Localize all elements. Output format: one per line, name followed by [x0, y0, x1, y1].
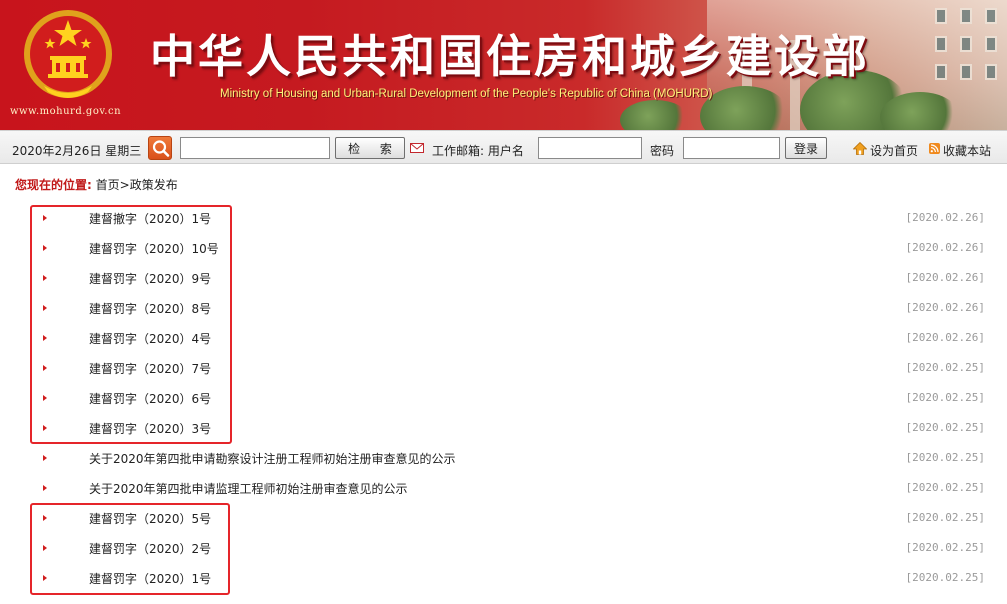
list-item: 建督撤字（2020）1号 [2020.02.26] — [0, 202, 1007, 232]
list-item-title[interactable]: 建督罚字（2020）3号 — [89, 420, 211, 437]
set-homepage-link[interactable]: 设为首页 — [870, 142, 918, 159]
bullet-arrow-icon — [43, 275, 47, 281]
list-item-date: [2020.02.26] — [905, 211, 985, 224]
list-item-date: [2020.02.25] — [905, 541, 985, 554]
list-item: 建督罚字（2020）4号 [2020.02.26] — [0, 322, 1007, 352]
building-window — [985, 36, 997, 52]
list-item-date: [2020.02.26] — [905, 241, 985, 254]
list-item-title[interactable]: 建督罚字（2020）6号 — [89, 390, 211, 407]
search-button[interactable]: 检 索 — [335, 137, 405, 159]
list-item-date: [2020.02.25] — [905, 421, 985, 434]
list-item: 建督罚字（2020）8号 [2020.02.26] — [0, 292, 1007, 322]
list-item-date: [2020.02.25] — [905, 511, 985, 524]
list-item-date: [2020.02.25] — [905, 391, 985, 404]
header-banner: www.mohurd.gov.cn 中华人民共和国住房和城乡建设部 Minist… — [0, 0, 1007, 130]
bullet-arrow-icon — [43, 455, 47, 461]
list-item: 建督罚字（2020）5号 [2020.02.25] — [0, 502, 1007, 532]
list-item-title[interactable]: 建督罚字（2020）7号 — [89, 360, 211, 377]
list-item-title[interactable]: 建督罚字（2020）2号 — [89, 540, 211, 557]
list-item: 建督罚字（2020）7号 [2020.02.25] — [0, 352, 1007, 382]
list-item: 建督罚字（2020）3号 [2020.02.25] — [0, 412, 1007, 442]
bullet-arrow-icon — [43, 575, 47, 581]
list-item: 建督罚字（2020）2号 [2020.02.25] — [0, 532, 1007, 562]
building-window — [985, 64, 997, 80]
list-item-date: [2020.02.25] — [905, 451, 985, 464]
list-item-title[interactable]: 关于2020年第四批申请监理工程师初始注册审查意见的公示 — [89, 480, 408, 497]
bullet-arrow-icon — [43, 365, 47, 371]
breadcrumb: 您现在的位置: 首页>政策发布 — [15, 176, 178, 193]
list-item-title[interactable]: 建督罚字（2020）10号 — [89, 240, 219, 257]
list-item-title[interactable]: 建督罚字（2020）8号 — [89, 300, 211, 317]
login-button[interactable]: 登录 — [785, 137, 827, 159]
site-title: 中华人民共和国住房和城乡建设部 — [150, 30, 871, 83]
building-window — [935, 8, 947, 24]
building-window — [935, 36, 947, 52]
bullet-arrow-icon — [43, 245, 47, 251]
list-item-date: [2020.02.25] — [905, 361, 985, 374]
bullet-arrow-icon — [43, 485, 47, 491]
bullet-arrow-icon — [43, 425, 47, 431]
list-item-date: [2020.02.25] — [905, 481, 985, 494]
bullet-arrow-icon — [43, 215, 47, 221]
username-input[interactable] — [538, 137, 642, 159]
search-input[interactable] — [180, 137, 330, 159]
breadcrumb-current[interactable]: 政策发布 — [130, 178, 178, 192]
site-url: www.mohurd.gov.cn — [10, 106, 122, 117]
bullet-arrow-icon — [43, 335, 47, 341]
list-item-title[interactable]: 建督罚字（2020）9号 — [89, 270, 211, 287]
breadcrumb-label: 您现在的位置: — [15, 178, 92, 192]
breadcrumb-separator: > — [119, 178, 130, 192]
national-emblem-icon — [24, 10, 112, 98]
list-item: 建督罚字（2020）10号 [2020.02.26] — [0, 232, 1007, 262]
breadcrumb-home-link[interactable]: 首页 — [96, 178, 120, 192]
mail-icon — [410, 143, 424, 153]
list-item-title[interactable]: 关于2020年第四批申请勘察设计注册工程师初始注册审查意见的公示 — [89, 450, 456, 467]
list-item-date: [2020.02.25] — [905, 571, 985, 584]
top-toolbar: 2020年2月26日 星期三 检 索 工作邮箱: 用户名 密码 登录 设为首页 … — [0, 130, 1007, 164]
list-item-title[interactable]: 建督罚字（2020）4号 — [89, 330, 211, 347]
list-item-date: [2020.02.26] — [905, 301, 985, 314]
bullet-arrow-icon — [43, 305, 47, 311]
list-item-date: [2020.02.26] — [905, 271, 985, 284]
bullet-arrow-icon — [43, 395, 47, 401]
list-item-title[interactable]: 建督撤字（2020）1号 — [89, 210, 211, 227]
search-icon[interactable] — [148, 136, 172, 160]
building-window — [985, 8, 997, 24]
password-input[interactable] — [683, 137, 780, 159]
password-label: 密码 — [650, 144, 675, 158]
list-item: 建督罚字（2020）6号 [2020.02.25] — [0, 382, 1007, 412]
building-window — [935, 64, 947, 80]
bullet-arrow-icon — [43, 545, 47, 551]
home-icon[interactable] — [853, 142, 867, 155]
site-subtitle: Ministry of Housing and Urban-Rural Deve… — [220, 88, 713, 100]
bookmark-site-link[interactable]: 收藏本站 — [943, 142, 991, 159]
list-item-date: [2020.02.26] — [905, 331, 985, 344]
building-window — [960, 8, 972, 24]
list-item: 关于2020年第四批申请监理工程师初始注册审查意见的公示 [2020.02.25… — [0, 472, 1007, 502]
bullet-arrow-icon — [43, 515, 47, 521]
tree — [620, 100, 690, 130]
current-date: 2020年2月26日 星期三 — [12, 144, 142, 158]
rss-bookmark-icon[interactable] — [929, 143, 940, 154]
mail-username-label: 工作邮箱: 用户名 — [432, 144, 524, 158]
building-window — [960, 64, 972, 80]
list-item-title[interactable]: 建督罚字（2020）1号 — [89, 570, 211, 587]
list-item-title[interactable]: 建督罚字（2020）5号 — [89, 510, 211, 527]
list-item: 建督罚字（2020）9号 [2020.02.26] — [0, 262, 1007, 292]
list-item: 建督罚字（2020）1号 [2020.02.25] — [0, 562, 1007, 592]
list-item: 关于2020年第四批申请勘察设计注册工程师初始注册审查意见的公示 [2020.0… — [0, 442, 1007, 472]
building-window — [960, 36, 972, 52]
